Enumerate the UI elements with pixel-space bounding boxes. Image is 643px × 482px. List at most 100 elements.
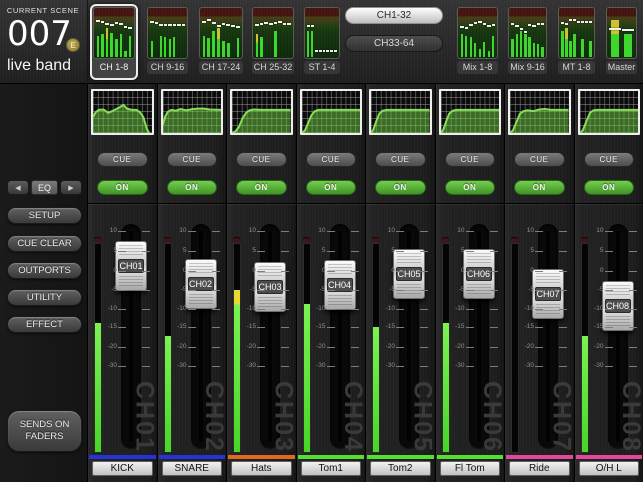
view-button-ch33-64[interactable]: CH33-64 — [345, 35, 443, 52]
scene-name: live band — [7, 57, 71, 75]
on-button[interactable]: ON — [236, 180, 287, 195]
clip-led-icon — [303, 237, 310, 242]
fader-scale-tick — [535, 271, 543, 272]
channel-name[interactable]: SNARE — [162, 461, 223, 476]
fader-cap[interactable]: CH08 — [602, 281, 634, 331]
strip-divider — [436, 203, 505, 204]
eq-next-arrow-icon[interactable]: ▶ — [60, 180, 82, 195]
fader-cap[interactable]: CH04 — [324, 260, 356, 310]
eq-curve-thumbnail[interactable] — [439, 89, 502, 135]
on-button[interactable]: ON — [97, 180, 148, 195]
channel-id-watermark: CH07 — [549, 381, 574, 453]
eq-curve-thumbnail[interactable] — [161, 89, 224, 135]
on-button[interactable]: ON — [514, 180, 565, 195]
cue-button[interactable]: CUE — [167, 152, 218, 167]
fader-cap[interactable]: CH01 — [115, 241, 147, 291]
cue-button[interactable]: CUE — [375, 152, 426, 167]
bank-tab-st-1-4[interactable]: ST 1-4 — [301, 4, 343, 80]
bank-tab-mix-9-16[interactable]: Mix 9-16 — [505, 4, 550, 80]
fader-scale-tick — [212, 271, 220, 272]
eq-curve-thumbnail[interactable] — [230, 89, 293, 135]
outports-button[interactable]: OUTPORTS — [7, 262, 82, 279]
eq-prev-arrow-icon[interactable]: ◀ — [7, 180, 29, 195]
on-button[interactable]: ON — [584, 180, 635, 195]
fader-scale-tick — [142, 327, 150, 328]
fader-scale-label: 10 — [101, 227, 117, 234]
fader-zone: CH03 CH03 1050-5-10-15-20-30 — [227, 207, 296, 455]
clip-led-icon — [94, 237, 101, 242]
mini-meter-bar — [150, 10, 154, 57]
channel-name[interactable]: Tom1 — [301, 461, 362, 476]
mini-meter-bar — [274, 10, 278, 57]
bank-tab-label: Master — [606, 61, 637, 74]
channel-strips: CUE ON CH01 CH01 1050-5-10-15-20-30 KICK… — [88, 84, 643, 482]
fader-scale-tick — [327, 366, 335, 367]
mixer-app: CURRENT SCENE 007 E live band CH 1-8 CH … — [0, 0, 643, 482]
mini-meter-bar — [460, 10, 464, 57]
mini-meter-bar — [260, 10, 264, 57]
mini-meter-bar — [326, 10, 329, 57]
on-button[interactable]: ON — [306, 180, 357, 195]
fader-scale-label: -30 — [379, 362, 395, 369]
fader-scale-tick — [396, 347, 404, 348]
cue-clear-button[interactable]: CUE CLEAR — [7, 235, 82, 252]
cue-button[interactable]: CUE — [514, 152, 565, 167]
on-button[interactable]: ON — [375, 180, 426, 195]
fader-scale-label: 10 — [518, 227, 534, 234]
mini-meter-bar — [541, 10, 544, 57]
fader-cap[interactable]: CH02 — [185, 259, 217, 309]
fader-cap[interactable]: CH07 — [532, 269, 564, 319]
fader-cap[interactable]: CH03 — [254, 262, 286, 312]
channel-strip-ch05: CUE ON CH05 CH05 1050-5-10-15-20-30 Tom2 — [365, 84, 435, 482]
utility-button[interactable]: UTILITY — [7, 289, 82, 306]
cue-button[interactable]: CUE — [236, 152, 287, 167]
bank-tab-master[interactable]: Master — [603, 4, 640, 80]
fader-scale-tick — [257, 366, 265, 367]
bank-tab-ch-9-16[interactable]: CH 9-16 — [144, 4, 191, 80]
setup-button[interactable]: SETUP — [7, 207, 82, 224]
sends-on-faders-button[interactable]: SENDS ON FADERS — [7, 410, 82, 452]
channel-strip-ch04: CUE ON CH04 CH04 1050-5-10-15-20-30 Tom1 — [296, 84, 366, 482]
bank-tab-mix-1-8[interactable]: Mix 1-8 — [454, 4, 501, 80]
fader-scale-tick — [212, 366, 220, 367]
channel-name[interactable]: Hats — [231, 461, 292, 476]
eq-curve-thumbnail[interactable] — [300, 89, 363, 135]
bank-tab-ch-17-24[interactable]: CH 17-24 — [196, 4, 246, 80]
bank-tab-ch-25-32[interactable]: CH 25-32 — [249, 4, 297, 80]
view-button-ch1-32[interactable]: CH1-32 — [345, 7, 443, 24]
header: CURRENT SCENE 007 E live band CH 1-8 CH … — [0, 0, 643, 84]
channel-name[interactable]: Tom2 — [370, 461, 431, 476]
fader-cap[interactable]: CH06 — [463, 249, 495, 299]
bank-tab-mt-1-8[interactable]: MT 1-8 — [555, 4, 598, 80]
channel-name[interactable]: Fl Tom — [440, 461, 501, 476]
fader-scale-tick — [281, 327, 289, 328]
clip-led-icon — [233, 237, 240, 242]
eq-curve-thumbnail[interactable] — [91, 89, 154, 135]
eq-curve-thumbnail[interactable] — [578, 89, 641, 135]
eq-curve-thumbnail[interactable] — [508, 89, 571, 135]
channel-name[interactable]: Ride — [509, 461, 570, 476]
cue-button[interactable]: CUE — [445, 152, 496, 167]
eq-curve-thumbnail[interactable] — [369, 89, 432, 135]
channel-name[interactable]: KICK — [92, 461, 153, 476]
cue-button[interactable]: CUE — [584, 152, 635, 167]
fader-cap[interactable]: CH05 — [393, 249, 425, 299]
cue-button[interactable]: CUE — [306, 152, 357, 167]
mini-meter-bar — [311, 10, 314, 57]
fader-scale-tick — [142, 251, 150, 252]
fader-scale-label: -20 — [240, 343, 256, 350]
bank-tab-mini-meter — [606, 7, 637, 59]
effect-button[interactable]: EFFECT — [7, 316, 82, 333]
cue-button[interactable]: CUE — [97, 152, 148, 167]
fader-scale-label: -30 — [101, 362, 117, 369]
strip-divider — [88, 203, 157, 204]
fader-scale-label: -30 — [518, 362, 534, 369]
fader-scale-tick — [212, 290, 220, 291]
bank-tab-ch-1-8[interactable]: CH 1-8 — [90, 4, 138, 80]
fader-scale-tick — [629, 347, 637, 348]
channel-name[interactable]: O/H L — [579, 461, 640, 476]
fader-scale-tick — [281, 309, 289, 310]
on-button[interactable]: ON — [445, 180, 496, 195]
fader-scale-tick — [327, 327, 335, 328]
on-button[interactable]: ON — [167, 180, 218, 195]
